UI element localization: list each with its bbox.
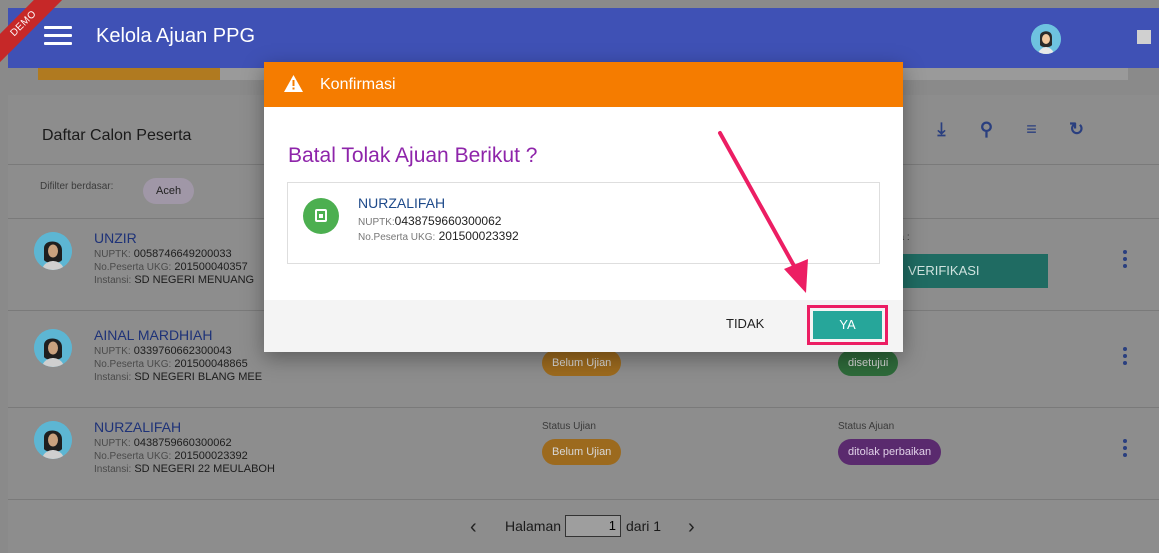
nuptk-label: NUPTK: <box>94 249 131 260</box>
filter-icon[interactable]: ≡ <box>1009 119 1054 143</box>
dialog-header: Konfirmasi <box>264 62 903 107</box>
cancel-button[interactable]: TIDAK <box>726 316 764 331</box>
nuptk-value: 0058746649200033 <box>133 248 232 260</box>
instansi-value: SD NEGERI MENUANG <box>134 274 255 286</box>
status-ajuan-label: Status Ajuan <box>838 421 895 432</box>
ukg-value: 201500023392 <box>438 229 519 243</box>
nuptk-label: NUPTK: <box>94 438 131 449</box>
status-ujian-badge: Belum Ujian <box>542 439 622 465</box>
page-title: Kelola Ajuan PPG <box>96 25 255 47</box>
demo-ribbon: DEMO <box>0 0 80 80</box>
instansi-value: SD NEGERI 22 MEULABOH <box>134 463 275 475</box>
confirm-dialog: Konfirmasi Batal Tolak Ajuan Berikut ? N… <box>264 62 903 352</box>
ukg-label: No.Peserta UKG: <box>94 359 172 370</box>
peserta-info: NURZALIFAH NUPTK:0438759660300062 No.Pes… <box>287 182 880 264</box>
status-ajuan-badge: ditolak perbaikan <box>838 439 942 465</box>
confirm-highlight: YA <box>807 305 888 345</box>
pagination: ‹ Halaman 1 dari 1 › <box>8 500 1159 553</box>
app-bar: Kelola Ajuan PPG <box>8 8 1159 68</box>
nuptk-value: 0339760662300043 <box>133 345 232 357</box>
ukg-value: 201500040357 <box>174 261 248 273</box>
filter-label: Difilter berdasar: <box>40 181 114 192</box>
row-name[interactable]: AINAL MARDHIAH <box>94 327 213 343</box>
avatar <box>34 329 72 367</box>
list-item[interactable]: NURZALIFAH NUPTK: 0438759660300062 No.Pe… <box>8 409 1159 500</box>
page-input[interactable]: 1 <box>565 515 621 537</box>
next-page-icon[interactable]: › <box>688 516 695 539</box>
peserta-name: NURZALIFAH <box>358 195 446 211</box>
page-total: dari 1 <box>626 518 662 534</box>
row-name[interactable]: UNZIR <box>94 230 137 246</box>
warning-icon <box>284 75 303 92</box>
dialog-title: Konfirmasi <box>320 76 396 93</box>
nuptk-value: 0438759660300062 <box>133 437 232 449</box>
ukg-label: No.Peserta UKG: <box>94 262 172 273</box>
status-ujian-label: Status Ujian <box>542 421 596 432</box>
avatar <box>34 421 72 459</box>
avatar <box>34 232 72 270</box>
page-label: Halaman <box>505 518 562 534</box>
nuptk-label: NUPTK: <box>358 217 395 228</box>
ukg-label: No.Peserta UKG: <box>94 451 172 462</box>
dialog-footer: TIDAK YA <box>264 300 903 352</box>
row-name[interactable]: NURZALIFAH <box>94 419 181 435</box>
prev-page-icon[interactable]: ‹ <box>470 516 477 539</box>
user-avatar[interactable] <box>1031 24 1061 54</box>
card-title: Daftar Calon Peserta <box>42 127 192 144</box>
refresh-icon[interactable]: ↻ <box>1054 119 1099 143</box>
nuptk-value: 0438759660300062 <box>394 214 502 228</box>
instansi-label: Instansi: <box>94 464 132 475</box>
ukg-value: 201500023392 <box>174 450 248 462</box>
download-icon[interactable]: ⤓ <box>919 119 964 143</box>
instansi-label: Instansi: <box>94 372 132 383</box>
ukg-value: 201500048865 <box>174 358 248 370</box>
calendar-icon <box>303 198 339 234</box>
more-options-icon[interactable] <box>1123 347 1127 365</box>
confirm-button[interactable]: YA <box>813 311 882 339</box>
status-ajuan-badge: disetujui <box>838 350 899 376</box>
verify-form-button[interactable]: VERIFIKASI FORMULIR <box>878 254 1048 288</box>
instansi-value: SD NEGERI BLANG MEE <box>134 371 263 383</box>
more-options-icon[interactable] <box>1123 439 1127 457</box>
filter-chip[interactable]: Aceh <box>143 178 195 204</box>
dialog-question: Batal Tolak Ajuan Berikut ? <box>288 144 538 167</box>
nuptk-label: NUPTK: <box>94 346 131 357</box>
instansi-label: Instansi: <box>94 275 132 286</box>
status-ujian-badge: Belum Ujian <box>542 350 622 376</box>
window-icon[interactable] <box>1137 30 1151 44</box>
more-options-icon[interactable] <box>1123 250 1127 268</box>
search-icon[interactable]: ⚲ <box>964 119 1009 143</box>
ukg-label: No.Peserta UKG: <box>358 232 436 243</box>
